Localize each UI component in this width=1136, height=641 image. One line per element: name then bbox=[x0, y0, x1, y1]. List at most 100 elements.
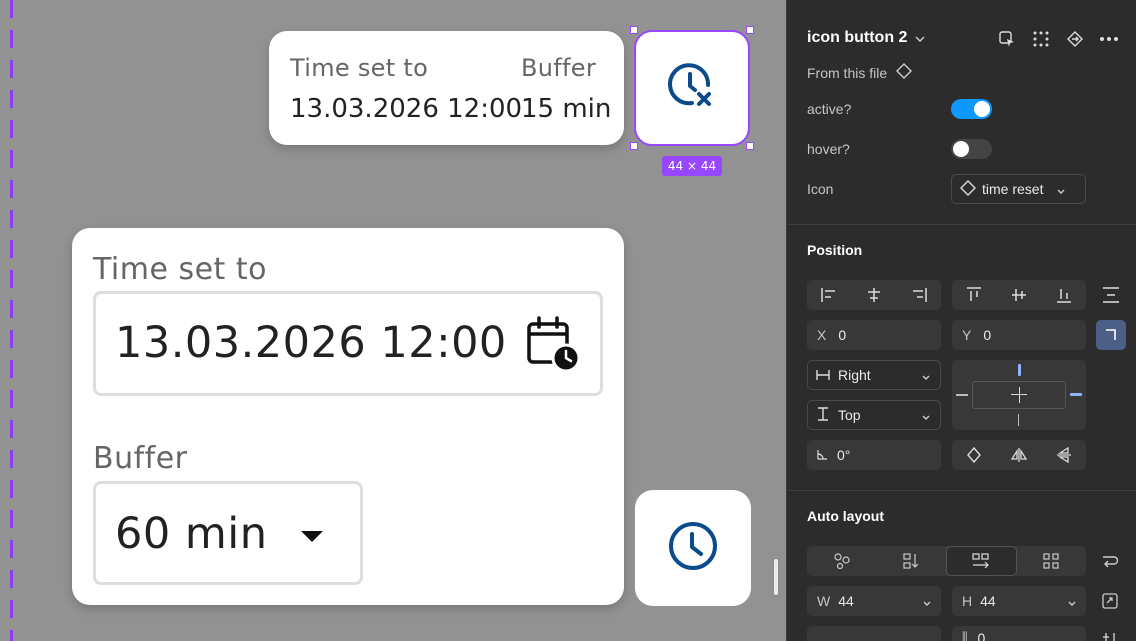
grid-dots-icon[interactable] bbox=[1024, 22, 1058, 56]
hover-toggle[interactable] bbox=[951, 139, 992, 159]
align-bottom-icon[interactable] bbox=[1041, 280, 1086, 310]
time-reset-icon bbox=[664, 58, 720, 118]
horizontal-constraint-icon bbox=[816, 367, 830, 383]
align-middle-icon[interactable] bbox=[997, 280, 1042, 310]
calendar-clock-icon[interactable] bbox=[526, 316, 581, 374]
component-name: icon button 2 bbox=[807, 29, 908, 46]
selection-handle-br[interactable] bbox=[746, 142, 754, 150]
constraint-left-pin[interactable] bbox=[956, 394, 968, 396]
flip-horizontal-icon[interactable] bbox=[997, 440, 1042, 470]
rotation-angle-icon bbox=[817, 447, 827, 463]
hover-prop-label: hover? bbox=[807, 141, 850, 157]
layout-horizontal-icon[interactable] bbox=[945, 546, 1017, 576]
align-left-icon[interactable] bbox=[807, 280, 852, 310]
active-toggle[interactable] bbox=[951, 99, 992, 119]
distribute-spacing-icon[interactable] bbox=[1094, 278, 1128, 312]
height-label: H bbox=[962, 593, 973, 609]
constraints-widget[interactable] bbox=[952, 360, 1086, 430]
padding-input[interactable] bbox=[807, 626, 941, 641]
height-value: 44 bbox=[980, 593, 996, 609]
reset-instance-icon[interactable] bbox=[1058, 22, 1092, 56]
rotation-input[interactable]: 0° bbox=[807, 440, 941, 470]
alignment-settings-icon[interactable] bbox=[1093, 624, 1127, 641]
time-set-label: Time set to bbox=[290, 54, 429, 82]
chevron-down-icon bbox=[1057, 181, 1065, 197]
active-prop-label: active? bbox=[807, 101, 852, 117]
x-value: 0 bbox=[838, 327, 847, 343]
constraint-bottom-pin[interactable] bbox=[1018, 414, 1019, 426]
align-top-icon[interactable] bbox=[952, 280, 997, 310]
component-diamond-icon bbox=[960, 179, 976, 199]
horizontal-constraint-value: Right bbox=[838, 367, 871, 383]
go-to-main-component-icon[interactable] bbox=[990, 22, 1024, 56]
clock-button[interactable] bbox=[635, 490, 751, 606]
properties-panel: icon button 2 From this file active? hov… bbox=[786, 0, 1136, 641]
horizontal-constraint-dropdown[interactable]: Right bbox=[807, 360, 941, 390]
selection-size-badge: 44 × 44 bbox=[662, 156, 722, 176]
constraints-toggle-icon[interactable] bbox=[1096, 320, 1126, 350]
buffer-select-value: 60 min bbox=[115, 509, 268, 559]
icon-prop-label: Icon bbox=[807, 181, 834, 197]
date-time-field[interactable]: 13.03.2026 12:00 bbox=[93, 291, 603, 396]
time-set-label: Time set to bbox=[93, 252, 267, 287]
selection-handle-tl[interactable] bbox=[630, 26, 638, 34]
chevron-down-icon bbox=[915, 29, 925, 47]
icon-swap-dropdown[interactable]: time reset bbox=[951, 174, 1086, 204]
y-label: Y bbox=[962, 327, 972, 343]
rotation-value: 0° bbox=[837, 447, 851, 463]
height-input[interactable]: H 44 bbox=[952, 586, 1086, 616]
constraint-top-pin[interactable] bbox=[1018, 364, 1021, 376]
buffer-label: Buffer bbox=[93, 441, 188, 476]
layout-vertical-icon[interactable] bbox=[876, 546, 945, 576]
resize-to-fit-icon[interactable] bbox=[1093, 584, 1127, 618]
layout-freeform-icon[interactable] bbox=[807, 546, 876, 576]
gap-input[interactable]: ⫼ 0 bbox=[952, 626, 1086, 641]
buffer-select[interactable]: 60 min bbox=[93, 481, 363, 585]
buffer-label: Buffer bbox=[521, 54, 597, 82]
align-right-icon[interactable] bbox=[896, 280, 941, 310]
vertical-constraint-dropdown[interactable]: Top bbox=[807, 400, 941, 430]
chevron-down-icon bbox=[922, 367, 930, 383]
more-options-icon[interactable] bbox=[1092, 22, 1126, 56]
design-canvas[interactable]: Time set to Buffer 13.03.2026 12:00 15 m… bbox=[0, 0, 786, 641]
canvas-scrollbar[interactable] bbox=[773, 558, 779, 596]
chevron-down-icon bbox=[922, 407, 930, 423]
component-diamond-icon bbox=[895, 62, 913, 83]
buffer-value: 15 min bbox=[521, 94, 612, 124]
y-value: 0 bbox=[983, 327, 992, 343]
gap-icon: ⫼ bbox=[962, 630, 968, 641]
x-label: X bbox=[817, 327, 827, 343]
date-time-value: 13.03.2026 12:00 bbox=[115, 318, 507, 368]
x-position-input[interactable]: X 0 bbox=[807, 320, 941, 350]
align-center-h-icon[interactable] bbox=[852, 280, 897, 310]
toggle-knob bbox=[974, 101, 990, 117]
constraint-center-v bbox=[1019, 387, 1020, 403]
selection-handle-bl[interactable] bbox=[630, 142, 638, 150]
flip-vertical-icon[interactable] bbox=[1041, 440, 1086, 470]
section-divider bbox=[787, 490, 1136, 491]
icon-swap-value: time reset bbox=[982, 181, 1044, 197]
time-summary-card[interactable]: Time set to Buffer 13.03.2026 12:00 15 m… bbox=[269, 31, 624, 145]
layout-direction-group bbox=[807, 546, 1086, 576]
time-form-card: Time set to 13.03.2026 12:00 Buffer 60 m… bbox=[72, 228, 624, 605]
time-reset-button[interactable] bbox=[634, 30, 750, 146]
toggle-knob bbox=[953, 141, 969, 157]
layout-guide-line bbox=[10, 0, 13, 641]
source-row: From this file bbox=[807, 62, 913, 83]
transform-group bbox=[952, 440, 1086, 470]
clock-icon bbox=[665, 518, 721, 578]
layout-grid-icon[interactable] bbox=[1017, 546, 1086, 576]
chevron-down-icon bbox=[1068, 593, 1076, 609]
constraint-right-pin[interactable] bbox=[1070, 393, 1082, 396]
component-name-dropdown[interactable]: icon button 2 bbox=[807, 29, 925, 47]
y-position-input[interactable]: Y 0 bbox=[952, 320, 1086, 350]
selection-handle-tr[interactable] bbox=[746, 26, 754, 34]
width-label: W bbox=[817, 593, 831, 609]
vertical-constraint-value: Top bbox=[838, 407, 861, 423]
source-label: From this file bbox=[807, 64, 888, 81]
width-input[interactable]: W 44 bbox=[807, 586, 941, 616]
wrap-icon[interactable] bbox=[1093, 544, 1127, 578]
auto-layout-section-title: Auto layout bbox=[807, 508, 884, 524]
chevron-down-icon bbox=[923, 593, 931, 609]
rotate-icon[interactable] bbox=[952, 440, 997, 470]
